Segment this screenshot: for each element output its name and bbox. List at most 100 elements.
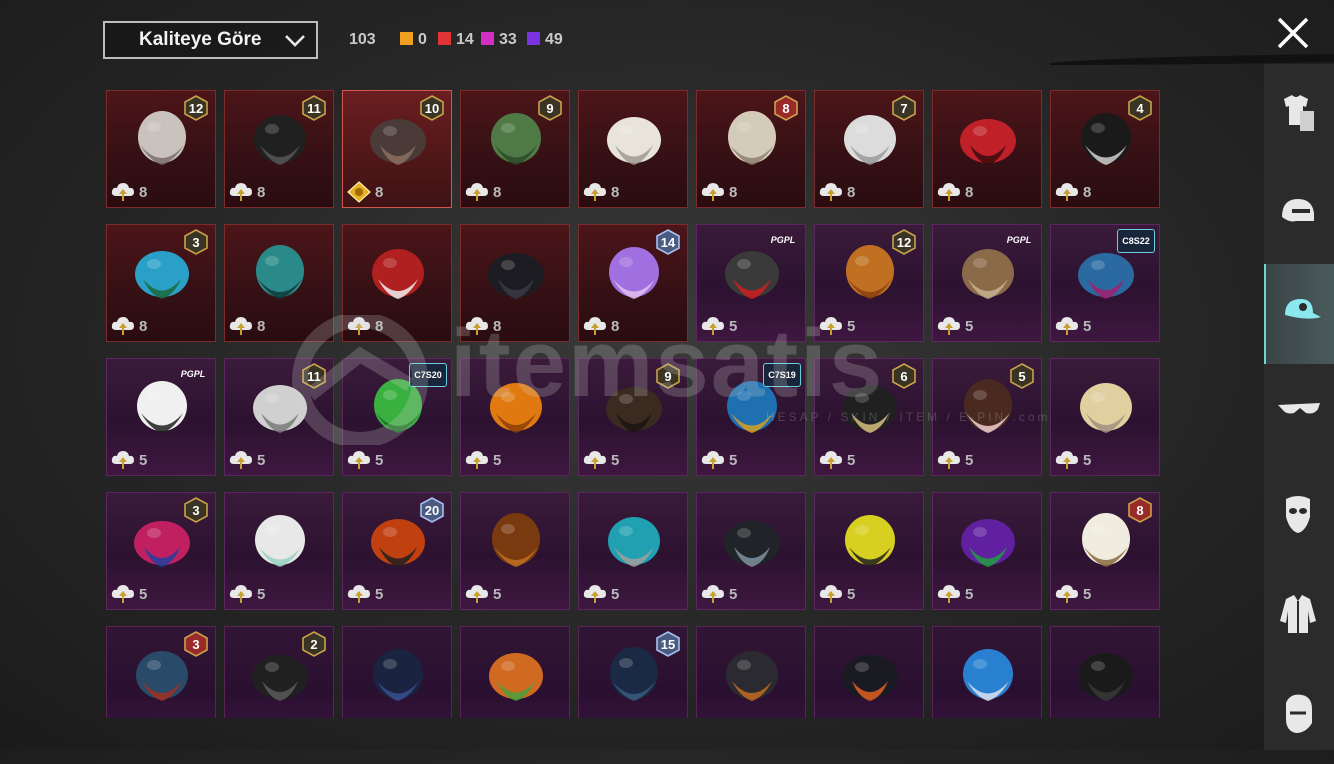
rarity-count: 0 [400, 31, 427, 49]
inventory-item[interactable]: 5 [460, 358, 570, 476]
inventory-item[interactable]: 14 8 [578, 224, 688, 342]
item-count-value: 5 [139, 585, 148, 603]
inventory-item[interactable]: 85 [1050, 492, 1160, 610]
badge-label: 8 [1136, 502, 1144, 518]
item-count-value: 5 [847, 317, 856, 335]
inventory-item[interactable]: 8 [932, 90, 1042, 208]
category-tab[interactable] [1264, 564, 1334, 664]
cloud-upgrade-icon [701, 585, 724, 603]
rarity-count: 14 [438, 31, 474, 49]
inventory-item[interactable]: C8S22 5 [1050, 224, 1160, 342]
inventory-item[interactable]: 11 5 [224, 358, 334, 476]
inventory-item[interactable]: 20 5 [342, 492, 452, 610]
category-tab[interactable] [1264, 164, 1334, 264]
item-count: 8 [700, 181, 737, 203]
inventory-item[interactable]: 35 [106, 492, 216, 610]
inventory-item[interactable]: 5 [1050, 626, 1160, 718]
inventory-item[interactable]: 5 [814, 492, 924, 610]
cloud-upgrade-icon [229, 183, 252, 201]
inventory-item[interactable]: 5 [224, 492, 334, 610]
category-tab[interactable] [1264, 464, 1334, 564]
badge-label: 6 [900, 368, 908, 384]
inventory-item[interactable]: 5 [342, 626, 452, 718]
inventory-item[interactable]: 15 5 [578, 626, 688, 718]
rarity-swatch [527, 32, 540, 45]
category-tab[interactable] [1264, 364, 1334, 464]
inventory-item[interactable]: PGPL 5 [106, 358, 216, 476]
inventory-item[interactable]: 65 [814, 358, 924, 476]
level-badge: 20 [419, 497, 445, 523]
season-tag-badge: PGPL [765, 229, 801, 251]
level-badge: 6 [891, 363, 917, 389]
rarity-swatch [481, 32, 494, 45]
inventory-item[interactable]: PGPL 5 [932, 224, 1042, 342]
badge-label: 14 [660, 234, 676, 250]
item-count: 8 [110, 315, 147, 337]
level-badge: 12 [183, 95, 209, 121]
rarity-count-value: 33 [499, 31, 517, 48]
inventory-item[interactable]: 48 [1050, 90, 1160, 208]
inventory-item[interactable]: 5 [932, 626, 1042, 718]
inventory-item[interactable]: C7S20 5 [342, 358, 452, 476]
inventory-item[interactable]: 5 [578, 492, 688, 610]
cloud-upgrade-icon [111, 585, 134, 603]
inventory-item[interactable]: 88 [696, 90, 806, 208]
item-count-value: 5 [1083, 317, 1092, 335]
inventory-item[interactable]: 5 [696, 492, 806, 610]
badge-label: 11 [307, 368, 321, 384]
item-count-value: 8 [257, 183, 266, 201]
inventory-item[interactable]: 5 [932, 492, 1042, 610]
glasses-icon [1278, 403, 1320, 414]
rarity-swatch [438, 32, 451, 45]
dinosaur-head-icon [492, 513, 540, 567]
inventory-item[interactable]: PGPL 5 [696, 224, 806, 342]
inventory-item[interactable]: 8 [578, 90, 688, 208]
level-badge: 8 [1127, 497, 1153, 523]
item-count: 8 [582, 181, 619, 203]
inventory-item[interactable]: 10 8 [342, 90, 452, 208]
cloud-upgrade-icon [583, 585, 606, 603]
item-count: 5 [346, 717, 383, 718]
inventory-item[interactable]: 35 [106, 626, 216, 718]
cloud-upgrade-icon [464, 717, 490, 718]
inventory-item[interactable]: 8 [224, 224, 334, 342]
item-count-value: 5 [1083, 585, 1092, 603]
cloud-upgrade-icon [465, 585, 488, 603]
inventory-item[interactable]: 38 [106, 224, 216, 342]
item-count: 5 [936, 315, 973, 337]
item-count-value: 5 [965, 317, 974, 335]
inventory-item[interactable]: 12 5 [814, 224, 924, 342]
rarity-count: 49 [527, 31, 563, 49]
inventory-item[interactable]: 5 [460, 626, 570, 718]
inventory-item[interactable]: 95 [578, 358, 688, 476]
inventory-item[interactable]: 12 8 [106, 90, 216, 208]
pumpkin-head-icon [490, 383, 542, 433]
item-count: 8 [464, 315, 501, 337]
inventory-item[interactable]: 78 [814, 90, 924, 208]
inventory-item[interactable]: 5 [460, 492, 570, 610]
badge-label: C7S19 [768, 370, 796, 380]
inventory-item[interactable]: 8 [460, 224, 570, 342]
top-bar: Kaliteye Göre 103 0 14 33 49 [0, 0, 1334, 86]
inventory-item[interactable]: 25 [224, 626, 334, 718]
inventory-item[interactable]: 5 [1050, 358, 1160, 476]
inventory-item[interactable]: 5 [696, 626, 806, 718]
inventory-item[interactable]: C7S19 5 [696, 358, 806, 476]
item-count-value: 5 [611, 451, 620, 469]
category-tab[interactable] [1264, 664, 1334, 764]
total-item-count: 103 [349, 31, 376, 49]
inventory-item[interactable]: 98 [460, 90, 570, 208]
category-tab[interactable] [1264, 264, 1334, 364]
sort-dropdown[interactable]: Kaliteye Göre [103, 21, 318, 59]
inventory-item[interactable]: 11 8 [224, 90, 334, 208]
inventory-item[interactable]: 5 [814, 626, 924, 718]
category-tab[interactable] [1264, 64, 1334, 164]
item-count: 5 [228, 583, 265, 605]
inventory-item[interactable]: 8 [342, 224, 452, 342]
item-count: 5 [1054, 717, 1091, 718]
season-tag-badge: C7S19 [763, 363, 801, 387]
inventory-item[interactable]: 55 [932, 358, 1042, 476]
item-count: 5 [582, 449, 619, 471]
cloud-upgrade-icon [1055, 183, 1078, 201]
close-icon[interactable] [1275, 15, 1311, 51]
